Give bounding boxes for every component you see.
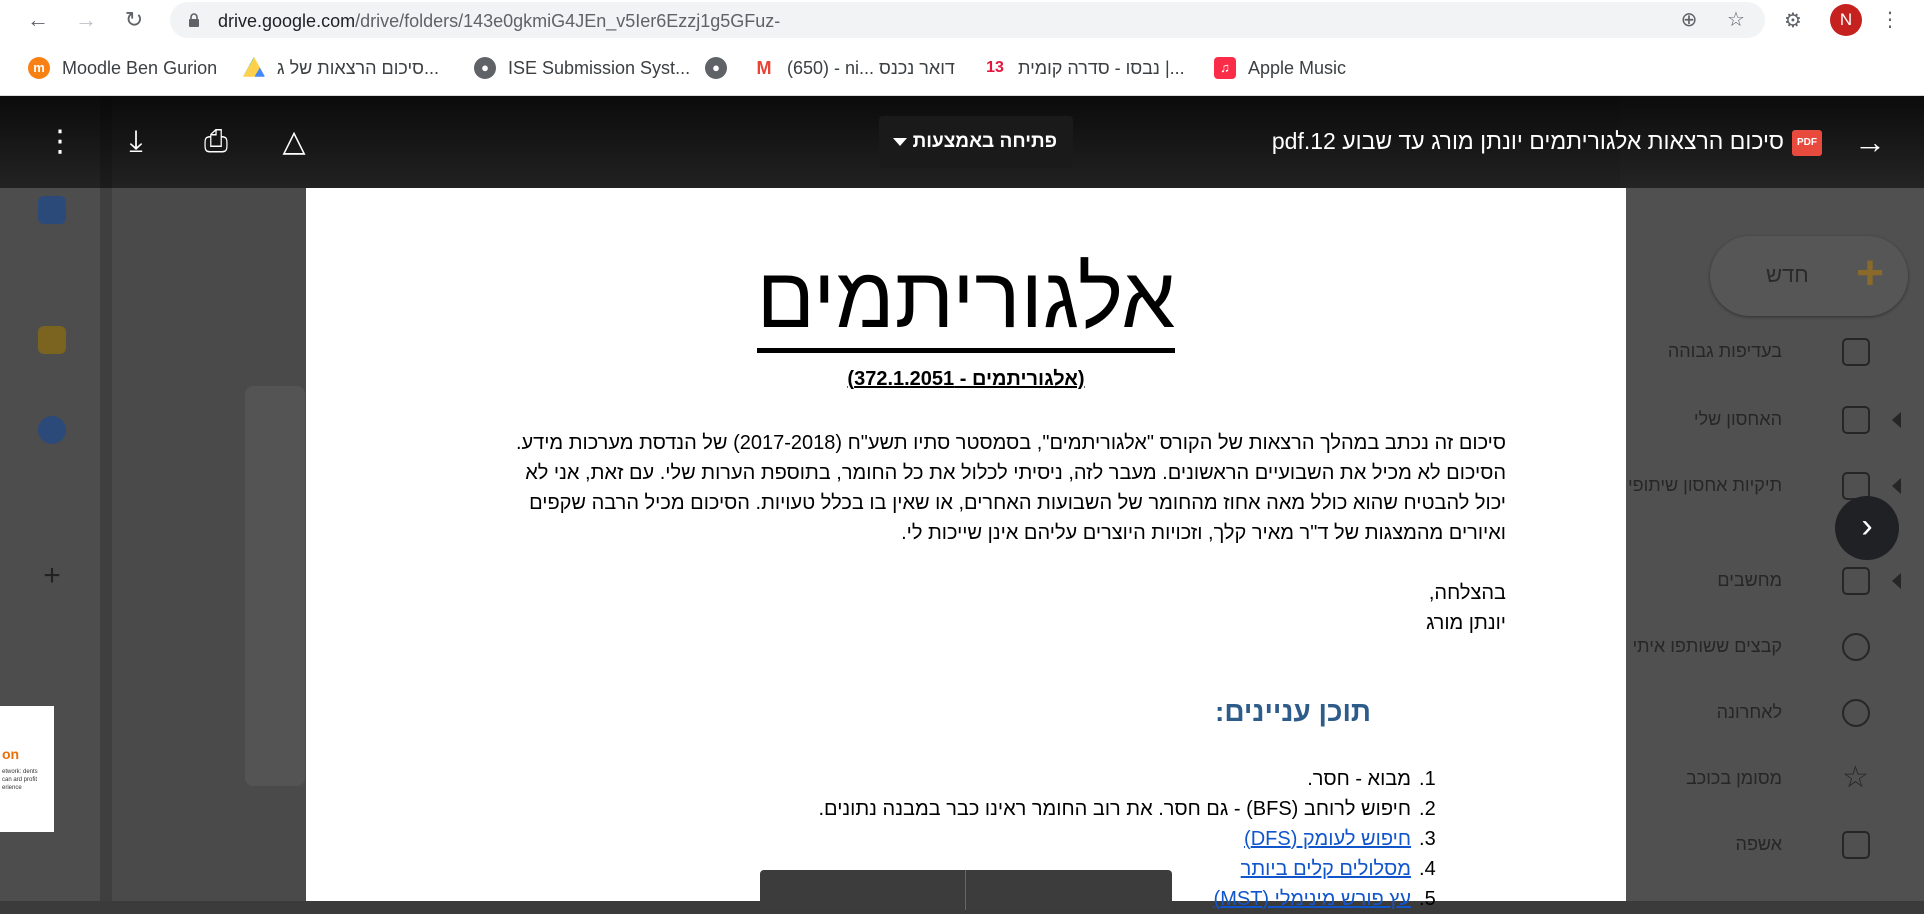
page-zoom-controls[interactable] xyxy=(760,870,1172,910)
new-button[interactable]: חדש + xyxy=(1710,236,1908,316)
expand-caret-icon[interactable] xyxy=(1892,412,1901,428)
intro-line: יכול להבטיח שהוא כולל מאה אחוז מהחומר של… xyxy=(529,492,1506,514)
toc-title: תוכן עניינים: xyxy=(1215,696,1371,727)
back-icon[interactable]: ← xyxy=(24,6,52,34)
nav-recent[interactable]: לאחרונה xyxy=(1620,693,1900,733)
bookmark-drive-summary[interactable]: סיכום הרצאות של ג... xyxy=(243,55,439,81)
nav-shared-with-me[interactable]: קבצים ששותפו איתי xyxy=(1620,627,1900,667)
next-file-button[interactable]: › xyxy=(1835,496,1899,560)
document-page: אלגוריתמים (אלגוריתמים - 372.1.2051) סיכ… xyxy=(306,188,1626,910)
address-bar[interactable]: drive.google.com/drive/folders/143e0gkmi… xyxy=(170,2,1765,38)
intro-paragraph: סיכום זה נכתב במהלך הרצאות של הקורס "אלג… xyxy=(386,428,1506,548)
add-to-drive-icon[interactable]: △ xyxy=(276,124,312,160)
nav-my-drive[interactable]: האחסון שלי xyxy=(1620,400,1901,440)
bookmark-globe[interactable]: ● xyxy=(705,55,739,81)
bookmark-channel13[interactable]: 13 נבסו - סדרה קומית |... xyxy=(984,55,1185,81)
intro-line: הסיכום לא מכיל את השבועיים הראשונים. מעב… xyxy=(525,462,1506,484)
browser-toolbar: ← → ↻ drive.google.com/drive/folders/143… xyxy=(0,0,1924,40)
plus-icon: + xyxy=(1855,247,1885,300)
pdf-icon: PDF xyxy=(1792,130,1822,156)
shared-with-me-icon xyxy=(1842,633,1870,661)
nav-trash[interactable]: אשפה xyxy=(1620,825,1900,865)
chevron-right-icon: › xyxy=(1861,507,1873,545)
print-icon[interactable]: ⎙ xyxy=(198,124,234,160)
bookmark-moodle[interactable]: m Moodle Ben Gurion xyxy=(28,55,217,81)
channel13-icon: 13 xyxy=(984,57,1006,79)
recent-icon xyxy=(1842,699,1870,727)
apple-music-icon: ♫ xyxy=(1214,57,1236,79)
globe-icon: ● xyxy=(474,57,496,79)
bookmarks-bar: m Moodle Ben Gurion סיכום הרצאות של ג... … xyxy=(0,40,1924,96)
file-card xyxy=(245,386,305,786)
lock-icon xyxy=(189,13,199,27)
more-options-icon[interactable]: ⋮ xyxy=(42,124,78,160)
intro-line: ואיורים מהמצגות של ד"ר מאיר קלך, וזכויות… xyxy=(901,522,1506,544)
download-icon[interactable]: ⤓ xyxy=(118,124,154,160)
open-with-button[interactable]: פתיחה באמצעות xyxy=(879,116,1073,168)
extensions-icon[interactable]: ⚙ xyxy=(1784,8,1808,32)
forward-icon[interactable]: → xyxy=(72,6,100,34)
toc-link-mst[interactable]: עץ פורש מינימלי (MST) xyxy=(1214,884,1411,914)
moodle-icon: m xyxy=(28,57,50,79)
zoom-icon[interactable]: ⊕ xyxy=(1678,9,1700,31)
trash-icon xyxy=(1842,831,1870,859)
sign-off: בהצלחה, יונתן מורג xyxy=(1426,578,1506,638)
profile-avatar[interactable]: N xyxy=(1830,4,1862,36)
toc-link-shortest-paths[interactable]: מסלולים קלים ביותר xyxy=(1241,854,1411,884)
file-thumbnail[interactable]: on etwork: dents can ard profit erience xyxy=(0,706,54,832)
expand-caret-icon[interactable] xyxy=(1892,573,1901,589)
bookmark-ise[interactable]: ● ISE Submission Syst... xyxy=(474,55,690,81)
nav-starred[interactable]: מסומן בכוכב ☆ xyxy=(1620,759,1900,799)
bookmark-gmail[interactable]: M (650) - ni... דואר נכנס xyxy=(753,55,955,81)
url-text: drive.google.com/drive/folders/143e0gkmi… xyxy=(218,11,781,31)
drive-icon xyxy=(243,57,265,77)
add-icon[interactable]: + xyxy=(38,561,66,592)
author-name: יונתן מורג xyxy=(1426,612,1506,634)
calendar-icon[interactable] xyxy=(38,196,66,224)
priority-icon xyxy=(1842,338,1870,366)
document-title: אלגוריתמים xyxy=(306,248,1626,353)
intro-line: סיכום זה נכתב במהלך הרצאות של הקורס "אלג… xyxy=(515,432,1506,454)
document-subtitle: (אלגוריתמים - 372.1.2051) xyxy=(847,368,1085,390)
star-icon[interactable]: ☆ xyxy=(1725,9,1747,31)
gmail-icon: M xyxy=(753,57,775,79)
globe-icon: ● xyxy=(705,57,727,79)
tasks-icon[interactable] xyxy=(38,416,66,444)
panel-divider xyxy=(100,96,112,901)
computers-icon xyxy=(1842,567,1870,595)
expand-caret-icon[interactable] xyxy=(1892,478,1901,494)
file-title: סיכום הרצאות אלגוריתמים יונתן מורג עד שב… xyxy=(1271,128,1784,154)
viewer-header: ⋮ ⤓ ⎙ △ פתיחה באמצעות סיכום הרצאות אלגור… xyxy=(0,96,1924,188)
nav-priority[interactable]: בעדיפות גבוהה xyxy=(1620,332,1900,372)
dropdown-arrow-icon xyxy=(893,138,907,146)
close-viewer-arrow-icon[interactable]: → xyxy=(1852,124,1888,160)
toc-link-dfs[interactable]: חיפוש לעומק (DFS) xyxy=(1244,824,1411,854)
browser-menu-icon[interactable]: ⋮ xyxy=(1880,6,1900,34)
keep-icon[interactable] xyxy=(38,326,66,354)
toc-item: 2. חיפוש לרוחב (BFS) - גם חסר. את רוב החו… xyxy=(818,798,1436,820)
my-drive-icon xyxy=(1842,406,1870,434)
bookmark-apple-music[interactable]: ♫ Apple Music xyxy=(1214,55,1346,81)
toc-item: 1. מבוא - חסר. xyxy=(1307,768,1436,790)
reload-icon[interactable]: ↻ xyxy=(120,6,148,34)
toc-item: 3. חיפוש לעומק (DFS) xyxy=(818,824,1451,854)
starred-icon: ☆ xyxy=(1842,761,1869,794)
nav-computers[interactable]: מחשבים xyxy=(1620,561,1901,601)
